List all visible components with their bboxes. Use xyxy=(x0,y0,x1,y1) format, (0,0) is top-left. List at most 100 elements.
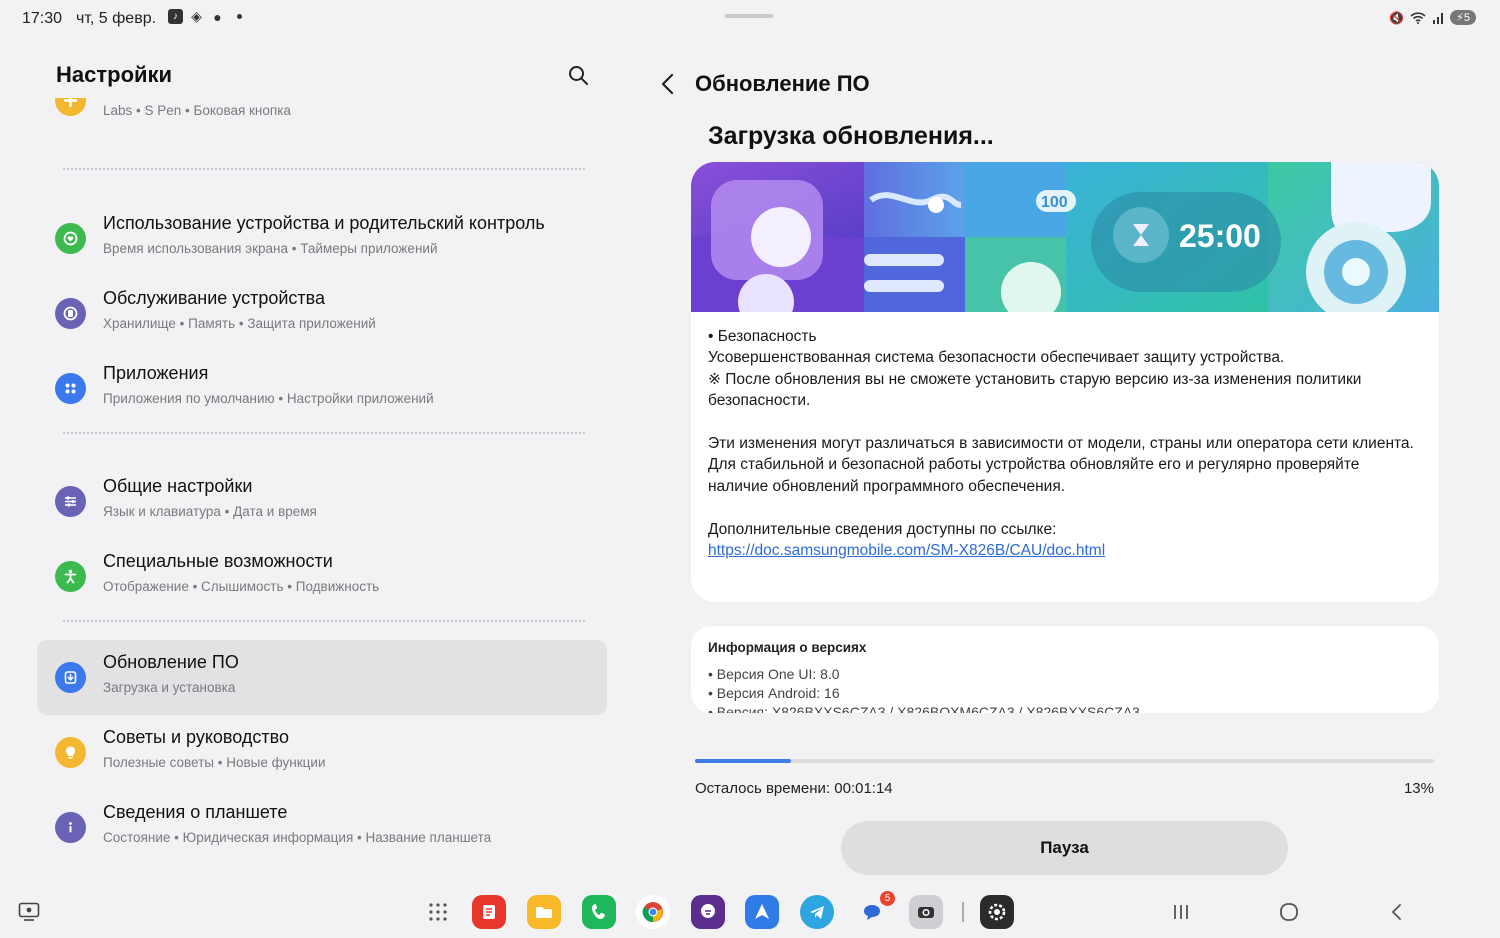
settings-item-about-tablet[interactable]: Сведения о планшете Состояние • Юридичес… xyxy=(37,790,607,865)
settings-app-icon[interactable] xyxy=(980,895,1014,929)
settings-item-subtitle: Отображение • Слышимость • Подвижность xyxy=(103,579,380,594)
settings-item-subtitle: Состояние • Юридическая информация • Наз… xyxy=(103,830,492,845)
settings-item-title: Общие настройки xyxy=(103,476,253,496)
status-bar: 17:30 чт, 5 февр. ♪ ◈ ● 🔇 ⚡5 xyxy=(0,0,1500,38)
settings-item-subtitle: Время использования экрана • Таймеры при… xyxy=(103,241,438,256)
notes-line: Усовершенствованная система безопасности… xyxy=(708,349,1285,367)
version-info-title: Информация о версиях xyxy=(708,640,867,655)
settings-item-title: Обновление ПО xyxy=(103,652,239,672)
release-notes-text: • Безопасность Усовершенствованная систе… xyxy=(708,326,1418,561)
settings-item-subtitle: Labs • S Pen • Боковая кнопка xyxy=(103,103,291,118)
settings-item-tips[interactable]: Советы и руководство Полезные советы • Н… xyxy=(37,715,607,790)
notification-shield-icon: ◈ xyxy=(191,8,202,24)
navigator-app-icon[interactable] xyxy=(745,895,779,929)
apps-grid-icon xyxy=(55,373,86,404)
notes-line: Эти изменения могут различаться в зависи… xyxy=(708,435,1414,453)
divider xyxy=(63,168,585,170)
maintenance-icon xyxy=(55,298,86,329)
split-handle[interactable] xyxy=(725,14,773,18)
version-android: • Версия Android: 16 xyxy=(708,685,840,701)
status-date: чт, 5 февр. xyxy=(76,10,157,27)
files-app-icon[interactable] xyxy=(527,895,561,929)
notes-line xyxy=(708,412,1418,433)
settings-item-title: Советы и руководство xyxy=(103,727,290,747)
notes-line: • Безопасность xyxy=(708,328,817,345)
banner-battery-text: 100 xyxy=(1041,194,1068,211)
progress-percent: 13% xyxy=(1403,780,1434,797)
recent-screen-icon[interactable] xyxy=(18,902,40,922)
banner-timer-text: 25:00 xyxy=(1179,218,1261,254)
divider xyxy=(63,432,585,434)
settings-item-title: Приложения xyxy=(103,363,209,383)
info-icon xyxy=(55,812,86,843)
taskbar: 5 xyxy=(0,885,1500,938)
settings-item-subtitle: Загрузка и установка xyxy=(103,680,236,695)
download-icon xyxy=(55,662,86,693)
settings-item-title: Обслуживание устройства xyxy=(103,288,326,308)
messages-app-icon[interactable]: 5 xyxy=(855,891,895,929)
settings-item-general-management[interactable]: Общие настройки Язык и клавиатура • Дата… xyxy=(37,464,607,539)
download-progress-fill xyxy=(695,759,792,763)
phone-app-icon[interactable] xyxy=(582,895,616,929)
system-icons: 🔇 ⚡5 xyxy=(1389,10,1476,25)
heart-icon xyxy=(55,223,86,254)
settings-item-apps[interactable]: Приложения Приложения по умолчанию • Нас… xyxy=(37,351,607,426)
battery-icon: ⚡5 xyxy=(1450,10,1476,25)
settings-item-subtitle: Язык и клавиатура • Дата и время xyxy=(103,504,317,519)
home-icon[interactable] xyxy=(1278,901,1300,923)
notification-badge: 5 xyxy=(880,891,895,906)
notes-line: ※ После обновления вы не сможете установ… xyxy=(708,370,1366,410)
notes-line: Для стабильной и безопасной работы устро… xyxy=(708,456,1364,495)
dock-separator xyxy=(962,902,964,922)
notification-chat-icon: ● xyxy=(213,8,222,25)
version-info-card[interactable]: Информация о версиях • Версия One UI: 8.… xyxy=(691,626,1439,713)
version-build: • Версия: X826BXXS6CZA3 / X826BOXM6CZA3 … xyxy=(708,704,1140,713)
download-status-title: Загрузка обновления... xyxy=(708,122,994,150)
settings-item-device-care[interactable]: Обслуживание устройства Хранилище • Памя… xyxy=(37,276,607,351)
download-progress-bar xyxy=(695,759,1434,763)
search-icon[interactable] xyxy=(567,64,589,86)
divider xyxy=(63,620,585,622)
settings-item-title: Использование устройства и родительский … xyxy=(103,213,545,233)
app-drawer-icon[interactable] xyxy=(421,895,455,929)
one-ui-banner-image: 100 25:00 xyxy=(691,162,1439,312)
more-notifications-icon xyxy=(237,14,242,19)
plus-icon xyxy=(55,98,86,116)
status-time: 17:30 xyxy=(22,10,63,27)
settings-item-accessibility[interactable]: Специальные возможности Отображение • Сл… xyxy=(37,539,607,614)
philips-app-icon[interactable] xyxy=(691,895,725,929)
notes-line xyxy=(708,497,1418,518)
settings-item-title: Сведения о планшете xyxy=(103,802,288,822)
settings-item-subtitle: Хранилище • Память • Защита приложений xyxy=(103,316,376,331)
lightbulb-icon xyxy=(55,737,86,768)
notification-icons: ♪ ◈ ● xyxy=(168,8,242,25)
settings-list[interactable]: Labs • S Pen • Боковая кнопка Использова… xyxy=(37,98,607,873)
settings-item-title: Специальные возможности xyxy=(103,551,333,571)
settings-item-subtitle: Полезные советы • Новые функции xyxy=(103,755,326,770)
remaining-time: Осталось времени: 00:01:14 xyxy=(695,780,893,797)
settings-item-digital-wellbeing[interactable]: Использование устройства и родительский … xyxy=(37,201,607,276)
pause-button[interactable]: Пауза xyxy=(841,821,1288,875)
notes-line: Дополнительные сведения доступны по ссыл… xyxy=(708,520,1057,538)
notification-app-icon: ♪ xyxy=(168,9,183,24)
sliders-icon xyxy=(55,486,86,517)
nav-back-icon[interactable] xyxy=(1386,901,1408,923)
settings-item-subtitle: Приложения по умолчанию • Настройки прил… xyxy=(103,391,434,406)
telegram-app-icon[interactable] xyxy=(800,895,834,929)
mute-icon: 🔇 xyxy=(1389,10,1405,25)
chrome-app-icon[interactable] xyxy=(636,895,670,929)
wifi-icon xyxy=(1410,11,1426,24)
settings-item-software-update[interactable]: Обновление ПО Загрузка и установка xyxy=(37,640,607,715)
version-one-ui: • Версия One UI: 8.0 xyxy=(708,666,840,682)
recent-apps-icon[interactable] xyxy=(1170,901,1192,923)
accessibility-icon xyxy=(55,561,86,592)
page-title: Обновление ПО xyxy=(695,71,870,96)
settings-item-advanced-features[interactable]: Labs • S Pen • Боковая кнопка xyxy=(37,98,607,138)
documentation-link[interactable]: https://doc.samsungmobile.com/SM-X826B/C… xyxy=(708,542,1105,559)
signal-icon xyxy=(1433,12,1444,24)
camera-app-icon[interactable] xyxy=(909,895,943,929)
settings-title: Настройки xyxy=(56,62,173,87)
notes-app-icon[interactable] xyxy=(472,895,506,929)
release-notes-card[interactable]: 100 25:00 • Безопасность Усовершенствова… xyxy=(691,162,1439,602)
back-arrow-icon[interactable] xyxy=(657,72,679,96)
